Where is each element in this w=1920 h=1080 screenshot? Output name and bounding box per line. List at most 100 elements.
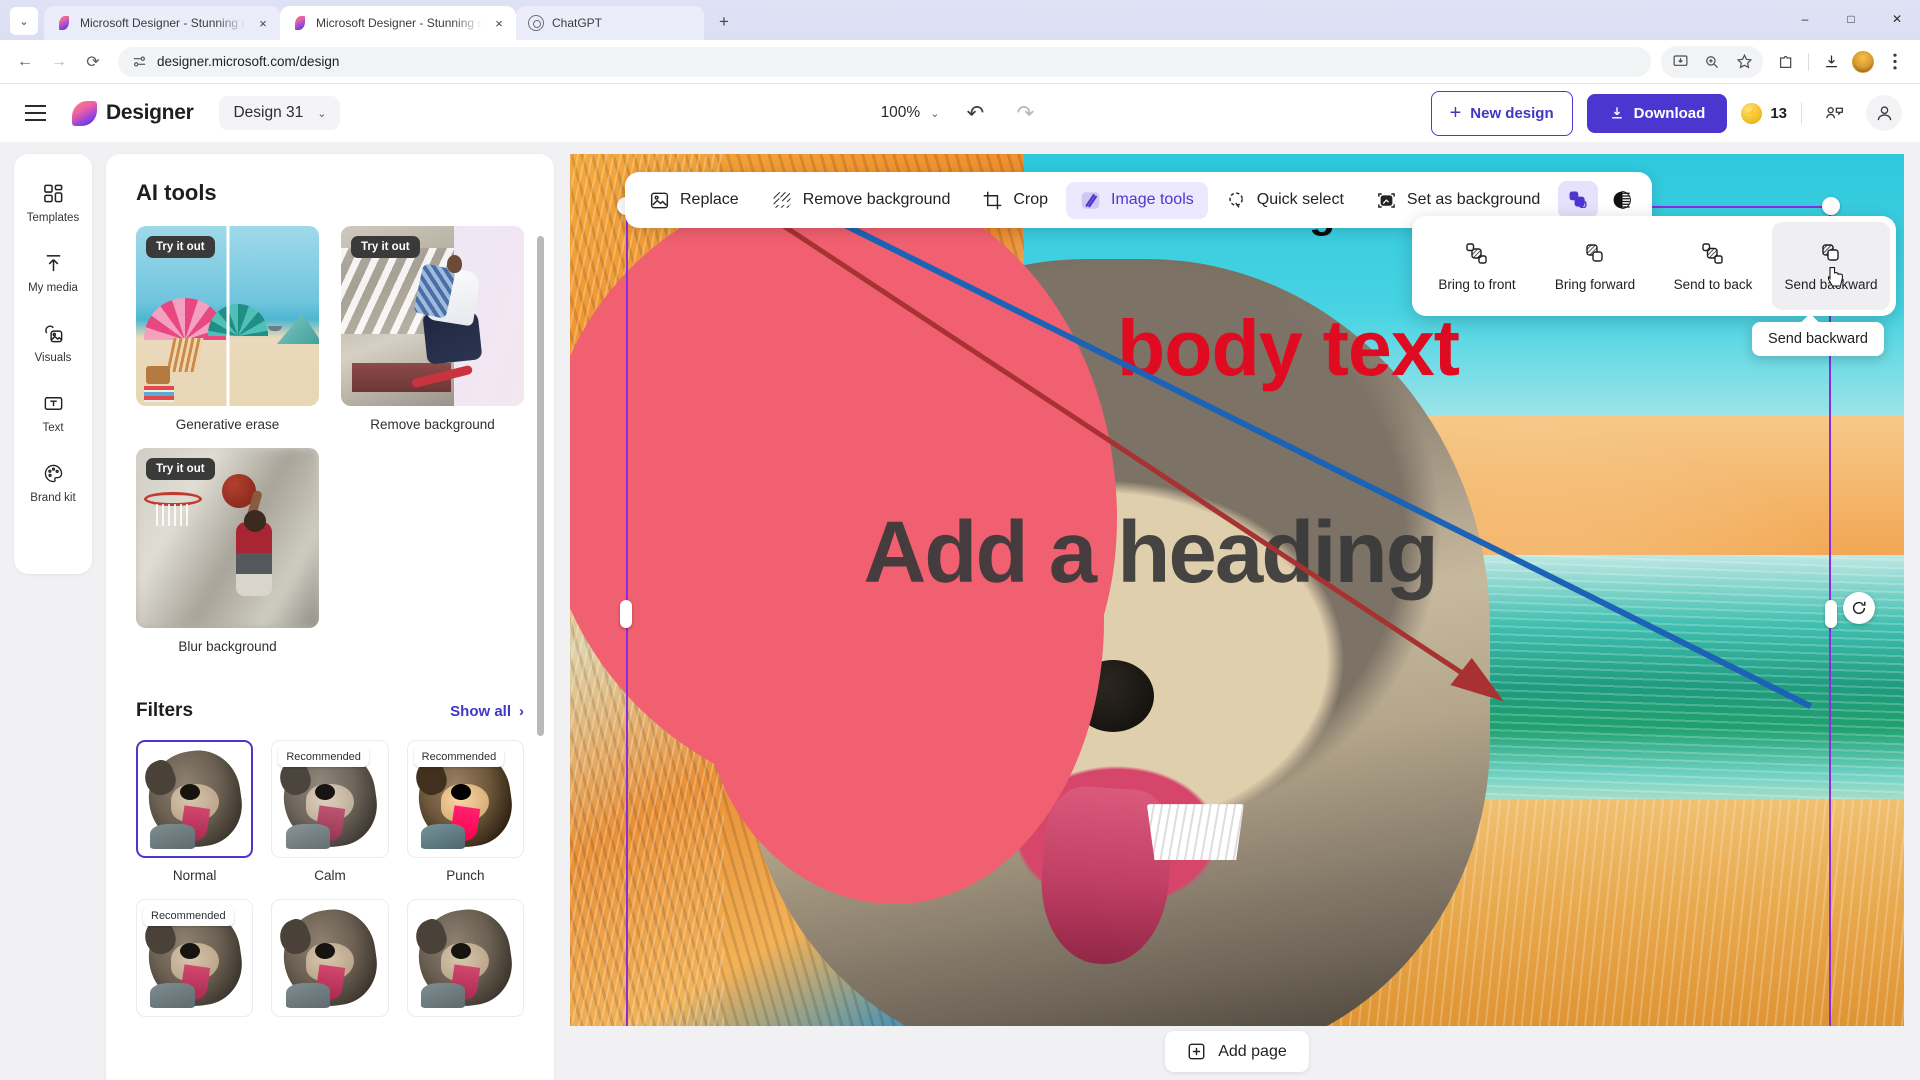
bookmark-star-icon[interactable] [1729,47,1759,77]
credits-badge[interactable]: ⚡ 13 [1741,102,1787,124]
menu-item-label: Bring to front [1438,276,1516,292]
close-window-button[interactable]: ✕ [1874,4,1920,34]
menu-item-bring-to-front[interactable]: Bring to front [1418,222,1536,310]
send-backward-icon [1818,241,1844,267]
zoom-select[interactable]: 100% ⌄ [881,104,940,122]
filter-card[interactable] [406,899,524,1017]
rail-item-templates[interactable]: Templates [20,172,86,232]
tooltip: Send backward [1752,322,1884,356]
zoom-controls: 100% ⌄ ↶ ↷ [881,101,1040,126]
show-all-filters-button[interactable]: Show all › [450,703,524,720]
new-design-label: New design [1470,104,1554,122]
install-icon[interactable] [1665,47,1695,77]
browser-tab-active[interactable]: Microsoft Designer - Stunning designs in… [280,6,516,40]
crop-icon [982,190,1003,211]
filter-card-punch[interactable]: Recommended Punch [406,740,524,883]
ai-tool-caption: Remove background [370,417,495,432]
close-icon[interactable]: × [254,14,272,32]
toolbar-replace-button[interactable]: Replace [635,182,753,219]
filter-card[interactable] [271,899,389,1017]
filter-card-calm[interactable]: Recommended Calm [271,740,389,883]
palette-icon [42,460,65,486]
toolbar-image-tools-button[interactable]: Image tools [1066,181,1208,219]
redo-icon[interactable]: ↷ [1011,101,1039,126]
browser-address-bar: ← → ⟳ designer.microsoft.com/design [0,40,1920,84]
extensions-puzzle-icon[interactable] [1771,47,1801,77]
menu-icon[interactable] [18,96,52,130]
design-stage[interactable]: Add a heading Add a subheading body text [570,154,1904,1026]
panel-scrollbar[interactable] [537,236,544,736]
filters-section-header: Filters Show all › [136,700,524,722]
header-actions: + New design Download ⚡ 13 [1430,90,1902,136]
add-page-label: Add page [1218,1042,1287,1060]
browser-tab[interactable]: Microsoft Designer - Stunning designs in… [44,6,280,40]
filter-thumbnail: Recommended [406,740,524,858]
toolbar-layer-order-button[interactable] [1558,181,1599,219]
zoom-icon[interactable] [1697,47,1727,77]
try-it-out-badge: Try it out [146,236,215,258]
download-button[interactable]: Download [1586,93,1728,133]
account-avatar[interactable] [1866,95,1902,131]
filter-thumbnail: Recommended [136,899,254,1017]
forward-icon[interactable]: → [44,47,74,77]
browser-menu-icon[interactable] [1880,47,1910,77]
close-icon[interactable]: × [490,14,508,32]
text-icon [42,390,65,416]
rail-item-my-media[interactable]: My media [20,242,86,302]
filter-card[interactable]: Recommended [136,899,254,1017]
menu-item-send-to-back[interactable]: Send to back [1654,222,1772,310]
menu-item-label: Send to back [1673,276,1753,292]
new-tab-button[interactable]: + [710,8,738,36]
minimize-button[interactable]: – [1782,4,1828,34]
rail-item-brand-kit[interactable]: Brand kit [20,452,86,512]
toolbar-remove-background-button[interactable]: Remove background [757,181,965,219]
tab-title: Microsoft Designer - Stunning designs in… [80,16,246,30]
rail-label: Brand kit [30,492,76,504]
document-name-button[interactable]: Design 31 ⌄ [219,96,341,130]
bring-forward-icon [1582,241,1608,267]
profile-avatar[interactable] [1848,47,1878,77]
browser-tab[interactable]: ChatGPT [516,6,704,40]
replace-image-icon [649,190,670,211]
browser-tab-bar: ⌄ Microsoft Designer - Stunning designs … [0,0,1920,40]
quick-select-icon [1226,190,1247,211]
tab-search-button[interactable]: ⌄ [10,7,38,35]
maximize-button[interactable]: □ [1828,4,1874,34]
filter-card-normal[interactable]: Normal [136,740,254,883]
rail-item-text[interactable]: Text [20,382,86,442]
document-name: Design 31 [233,104,304,121]
app-header: Designer Design 31 ⌄ 100% ⌄ ↶ ↷ + New de… [0,84,1920,142]
panel-title: AI tools [136,180,217,205]
toolbar-set-as-background-button[interactable]: Set as background [1362,182,1554,219]
address-bar-actions [1661,45,1910,78]
new-design-button[interactable]: + New design [1430,90,1573,136]
site-settings-icon[interactable] [132,54,147,69]
ai-tool-card[interactable]: Try it out Remove background [341,226,524,432]
back-icon[interactable]: ← [10,47,40,77]
filter-caption: Calm [314,868,346,883]
address-input[interactable]: designer.microsoft.com/design [118,46,1651,77]
generative-erase-thumbnail: Try it out [136,226,319,406]
blur-background-thumbnail: Try it out [136,448,319,628]
bring-to-front-icon [1464,241,1490,267]
toolbar-transparency-button[interactable] [1602,181,1642,219]
add-page-button[interactable]: Add page [1165,1031,1309,1072]
collaborate-icon[interactable] [1816,95,1852,131]
rail-item-visuals[interactable]: Visuals [20,312,86,372]
reload-icon[interactable]: ⟳ [78,47,108,77]
downloads-icon[interactable] [1816,47,1846,77]
menu-item-label: Bring forward [1554,276,1636,292]
undo-icon[interactable]: ↶ [961,101,989,126]
remove-background-icon [771,189,793,211]
ai-tool-card[interactable]: Try it out Blur background [136,448,319,654]
toolbar-quick-select-button[interactable]: Quick select [1212,182,1358,219]
designer-logo-icon [72,100,97,126]
menu-item-send-backward[interactable]: Send backward [1772,222,1890,310]
toolbar-crop-button[interactable]: Crop [968,182,1062,219]
try-it-out-badge: Try it out [351,236,420,258]
brand-logo[interactable]: Designer [72,100,194,126]
chevron-down-icon: ⌄ [930,107,940,120]
menu-item-bring-forward[interactable]: Bring forward [1536,222,1654,310]
ai-tool-card[interactable]: Try it out Generative erase [136,226,319,432]
left-rail: Templates My media Visuals Text Brand ki… [14,154,92,574]
